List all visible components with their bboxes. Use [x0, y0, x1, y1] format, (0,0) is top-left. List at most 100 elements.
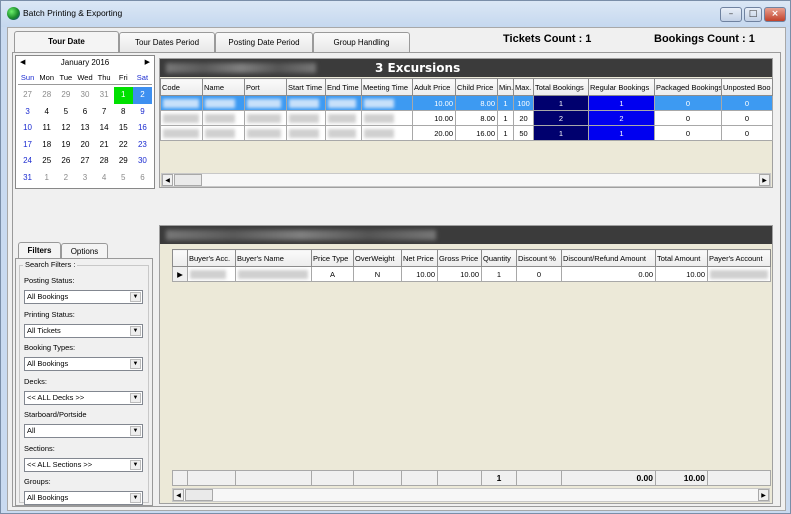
filter-select[interactable]: << ALL Sections >> ▼: [24, 457, 143, 472]
column-header[interactable]: Max.: [513, 78, 534, 96]
chevron-down-icon[interactable]: ▼: [130, 392, 141, 403]
chevron-down-icon[interactable]: ▼: [130, 426, 141, 436]
calendar-day[interactable]: 28: [37, 87, 56, 104]
calendar-day[interactable]: 5: [56, 104, 75, 121]
calendar-day[interactable]: 8: [114, 104, 133, 121]
calendar-day[interactable]: 25: [37, 153, 56, 170]
chevron-down-icon[interactable]: ▼: [130, 325, 141, 336]
column-header[interactable]: Name: [202, 78, 245, 96]
scroll-left-arrow[interactable]: ◀: [173, 489, 184, 501]
calendar-next-button[interactable]: ▶: [145, 58, 150, 66]
column-header[interactable]: Net Price: [401, 249, 438, 267]
column-header[interactable]: Code: [160, 78, 203, 96]
chevron-down-icon[interactable]: ▼: [130, 359, 141, 369]
filter-select[interactable]: << ALL Decks >> ▼: [24, 390, 143, 405]
calendar-day[interactable]: 2: [56, 170, 75, 187]
column-header[interactable]: Port: [244, 78, 287, 96]
chevron-down-icon[interactable]: ▼: [130, 459, 141, 470]
excursions-hscrollbar[interactable]: ◀ ▶: [161, 173, 771, 187]
scroll-thumb[interactable]: [174, 174, 202, 186]
chevron-down-icon[interactable]: ▼: [130, 493, 141, 503]
filter-select[interactable]: All Tickets ▼: [24, 323, 143, 338]
column-header[interactable]: Total Amount: [655, 249, 708, 267]
calendar-day[interactable]: 9: [133, 104, 152, 121]
tab-group-handling[interactable]: Group Handling: [313, 32, 410, 52]
scroll-left-arrow[interactable]: ◀: [162, 174, 173, 186]
row-selector-icon[interactable]: ▶: [172, 266, 188, 282]
calendar-day[interactable]: 11: [37, 120, 56, 137]
calendar-day[interactable]: 4: [37, 104, 56, 121]
scroll-right-arrow[interactable]: ▶: [759, 174, 770, 186]
minimize-button[interactable]: –: [720, 7, 742, 22]
filter-select[interactable]: All Bookings ▼: [24, 357, 143, 371]
scroll-thumb[interactable]: [185, 489, 213, 501]
column-header[interactable]: Price Type: [311, 249, 354, 267]
column-header[interactable]: Adult Price: [412, 78, 456, 96]
filter-select[interactable]: All Bookings ▼: [24, 290, 143, 304]
column-header[interactable]: Packaged Bookings: [654, 78, 722, 96]
calendar-day[interactable]: 16: [133, 120, 152, 137]
calendar-day[interactable]: 6: [133, 170, 152, 187]
calendar-day[interactable]: 15: [114, 120, 133, 137]
calendar-day[interactable]: 17: [18, 137, 37, 154]
calendar-day[interactable]: 2: [132, 87, 152, 104]
calendar-day[interactable]: 18: [37, 137, 56, 154]
tab-filters[interactable]: Filters: [18, 242, 61, 259]
column-header[interactable]: Child Price: [455, 78, 498, 96]
chevron-down-icon[interactable]: ▼: [130, 292, 141, 302]
column-header[interactable]: Discount %: [516, 249, 562, 267]
tab-options[interactable]: Options: [61, 243, 108, 259]
column-header[interactable]: Gross Price: [437, 249, 482, 267]
column-header[interactable]: Unposted Boo: [721, 78, 773, 96]
calendar-day[interactable]: 28: [95, 153, 114, 170]
bookings-hscrollbar[interactable]: ◀ ▶: [172, 488, 770, 502]
calendar-day[interactable]: 1: [113, 87, 133, 104]
column-header[interactable]: Meeting Time: [361, 78, 413, 96]
column-header[interactable]: OverWeight: [353, 249, 402, 267]
maximize-button[interactable]: □: [744, 7, 762, 22]
filter-select[interactable]: All Bookings ▼: [24, 491, 143, 505]
calendar[interactable]: ◀ January 2016 ▶ Sun Mon Tue Wed Thu Fri…: [15, 55, 155, 189]
column-header[interactable]: Buyer's Acc.: [187, 249, 236, 267]
booking-row[interactable]: ▶ A N 10.00 10.00 1 0 0.00 10.00: [172, 266, 771, 282]
column-header[interactable]: Regular Bookings: [588, 78, 655, 96]
calendar-day[interactable]: 26: [56, 153, 75, 170]
calendar-day[interactable]: 13: [75, 120, 94, 137]
calendar-day[interactable]: 30: [75, 87, 94, 104]
column-header[interactable]: Buyer's Name: [235, 249, 312, 267]
calendar-day[interactable]: 7: [95, 104, 114, 121]
calendar-day[interactable]: 23: [133, 137, 152, 154]
calendar-day[interactable]: 27: [75, 153, 94, 170]
column-header[interactable]: Payer's Account: [707, 249, 771, 267]
calendar-day[interactable]: 5: [114, 170, 133, 187]
calendar-day[interactable]: 27: [18, 87, 37, 104]
tab-tour-dates-period[interactable]: Tour Dates Period: [119, 32, 215, 52]
calendar-day[interactable]: 10: [18, 120, 37, 137]
column-header[interactable]: End Time: [325, 78, 362, 96]
calendar-day[interactable]: 4: [95, 170, 114, 187]
calendar-day[interactable]: 30: [133, 153, 152, 170]
column-header[interactable]: Min.: [497, 78, 514, 96]
close-button[interactable]: ×: [764, 7, 786, 22]
calendar-day[interactable]: 19: [56, 137, 75, 154]
excursion-row[interactable]: 10.00 8.00 1 20 2 2 0 0: [160, 110, 773, 126]
calendar-day[interactable]: 31: [18, 170, 37, 187]
calendar-day[interactable]: 21: [95, 137, 114, 154]
calendar-day[interactable]: 29: [114, 153, 133, 170]
calendar-day[interactable]: 22: [114, 137, 133, 154]
tab-tour-date[interactable]: Tour Date: [14, 31, 119, 53]
column-header[interactable]: Quantity: [481, 249, 517, 267]
calendar-day[interactable]: 3: [75, 170, 94, 187]
column-header[interactable]: Total Bookings: [533, 78, 589, 96]
filter-select[interactable]: All ▼: [24, 424, 143, 438]
calendar-day[interactable]: 29: [56, 87, 75, 104]
column-header[interactable]: Discount/Refund Amount: [561, 249, 656, 267]
excursion-row[interactable]: 20.00 16.00 1 50 1 1 0 0: [160, 125, 773, 141]
calendar-day[interactable]: 6: [75, 104, 94, 121]
calendar-day[interactable]: 3: [18, 104, 37, 121]
scroll-right-arrow[interactable]: ▶: [758, 489, 769, 501]
calendar-day[interactable]: 14: [95, 120, 114, 137]
calendar-day[interactable]: 12: [56, 120, 75, 137]
calendar-month-label[interactable]: January 2016: [16, 58, 154, 70]
calendar-day[interactable]: 24: [18, 153, 37, 170]
